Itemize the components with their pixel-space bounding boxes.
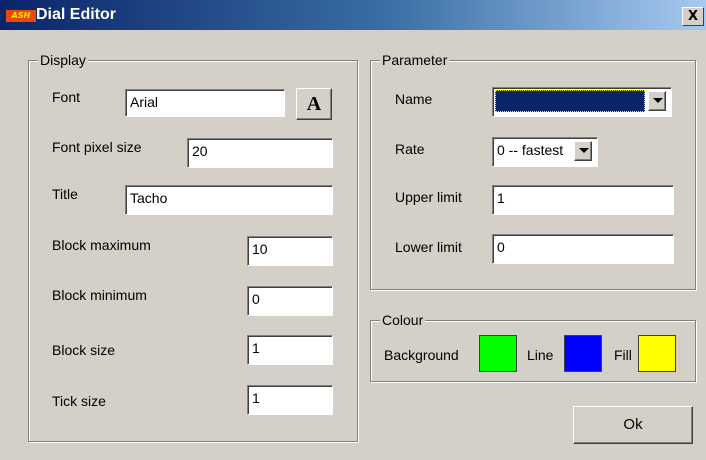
name-label: Name (395, 91, 433, 107)
rate-value: 0 -- fastest (497, 142, 564, 158)
ok-label: Ok (623, 416, 643, 433)
background-colour-label: Background (384, 347, 459, 363)
upper-limit-label: Upper limit (395, 189, 462, 205)
title-field[interactable]: Tacho (125, 185, 333, 215)
background-colour-swatch[interactable] (479, 335, 517, 372)
tick-size-field[interactable]: 1 (247, 385, 333, 415)
block-minimum-field[interactable]: 0 (247, 286, 333, 316)
block-minimum-label: Block minimum (52, 287, 147, 303)
font-pixel-size-field[interactable]: 20 (187, 138, 333, 168)
close-button[interactable]: X (682, 7, 704, 26)
lower-limit-field[interactable]: 0 (492, 234, 674, 264)
font-icon: A (306, 93, 322, 115)
rate-label: Rate (395, 141, 425, 157)
font-field[interactable]: Arial (125, 89, 285, 117)
line-colour-swatch[interactable] (564, 335, 602, 372)
colour-legend: Colour (380, 312, 426, 328)
rate-select[interactable]: 0 -- fastest (492, 137, 598, 167)
upper-limit-field[interactable]: 1 (492, 185, 674, 215)
name-selected-value (495, 90, 645, 112)
name-select[interactable] (492, 87, 672, 117)
font-label: Font (52, 89, 81, 105)
display-legend: Display (38, 52, 88, 68)
close-icon: X (687, 9, 699, 24)
parameter-legend: Parameter (380, 52, 450, 68)
font-picker-button[interactable]: A (296, 88, 332, 120)
lower-limit-label: Lower limit (395, 239, 462, 255)
chevron-down-icon[interactable] (574, 141, 592, 161)
title-label: Title (52, 186, 78, 202)
fill-colour-swatch[interactable] (638, 335, 676, 372)
font-pixel-size-label: Font pixel size (52, 139, 142, 155)
ok-button[interactable]: Ok (573, 406, 693, 444)
block-size-field[interactable]: 1 (247, 335, 333, 365)
window-title: Dial Editor (36, 6, 117, 23)
app-logo-icon: ASH (6, 10, 36, 22)
chevron-down-icon[interactable] (648, 91, 666, 111)
tick-size-label: Tick size (52, 393, 106, 409)
block-maximum-label: Block maximum (52, 237, 151, 253)
fill-colour-label: Fill (614, 347, 632, 363)
block-maximum-field[interactable]: 10 (247, 236, 333, 266)
line-colour-label: Line (527, 347, 554, 363)
block-size-label: Block size (52, 342, 116, 358)
